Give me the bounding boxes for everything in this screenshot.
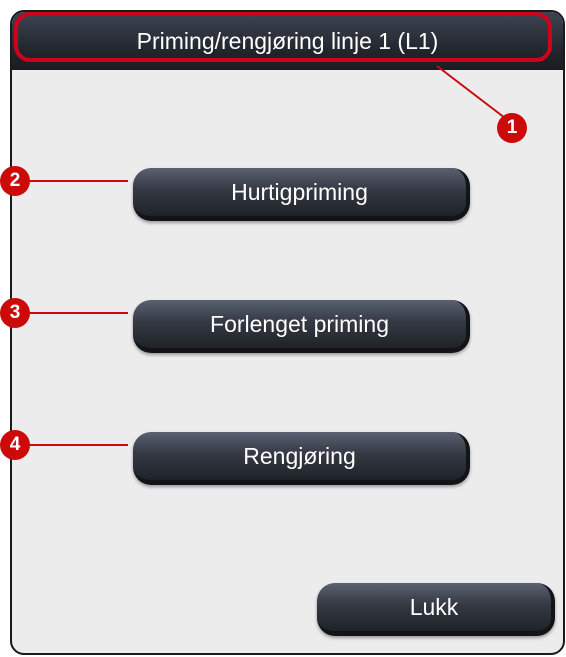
callout-3-badge: 3	[0, 298, 30, 328]
callout-1-number: 1	[506, 117, 518, 138]
priming-cleaning-dialog: Priming/rengjøring linje 1 (L1) Hurtigpr…	[10, 10, 565, 655]
quick-priming-button[interactable]: Hurtigpriming	[133, 168, 470, 221]
cleaning-button[interactable]: Rengjøring	[133, 432, 470, 485]
title-highlight-frame	[14, 12, 552, 62]
callout-1-badge: 1	[497, 113, 527, 143]
callout-4-number: 4	[9, 434, 21, 455]
extended-priming-label: Forlenget priming	[210, 310, 389, 337]
extended-priming-button[interactable]: Forlenget priming	[133, 300, 470, 353]
close-button[interactable]: Lukk	[317, 583, 555, 636]
close-label: Lukk	[409, 593, 459, 620]
callout-3-number: 3	[9, 302, 21, 323]
callout-2-badge: 2	[0, 166, 30, 196]
quick-priming-label: Hurtigpriming	[231, 178, 368, 205]
callout-4-badge: 4	[0, 430, 30, 460]
cleaning-label: Rengjøring	[243, 442, 356, 469]
callout-2-number: 2	[9, 170, 21, 191]
